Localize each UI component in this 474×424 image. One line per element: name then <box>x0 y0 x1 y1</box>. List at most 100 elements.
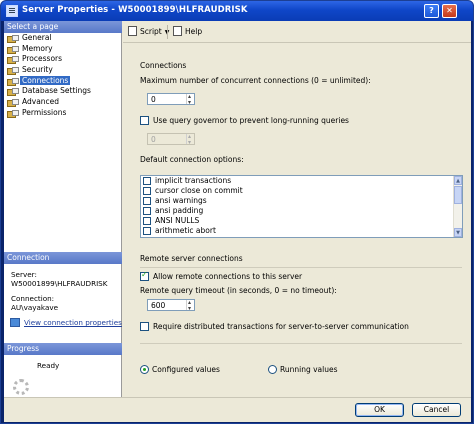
option-label: arithmetic abort <box>155 226 216 235</box>
page-item-label: Security <box>22 65 53 75</box>
progress-status: Ready <box>37 361 60 370</box>
remote-timeout-input[interactable]: 600 <box>147 297 195 314</box>
script-button[interactable]: Script▼ <box>128 26 169 38</box>
remote-section-label: Remote server connections <box>140 254 243 263</box>
right-pane: Script▼ Help Connections Maximum number … <box>123 21 471 397</box>
server-properties-window: Server Properties - W50001899\HLFRAUDRIS… <box>0 0 474 424</box>
page-icon <box>7 56 19 65</box>
list-item[interactable]: ANSI NULLS <box>141 216 462 226</box>
connection-header: Connection <box>4 252 122 264</box>
page-icon <box>7 109 19 118</box>
page-icon <box>7 67 19 76</box>
page-icon <box>7 99 19 108</box>
running-values-label: Running values <box>280 365 338 374</box>
list-item[interactable]: ansi warnings <box>141 196 462 206</box>
select-page-header: Select a page <box>4 21 122 33</box>
page-item-label: Advanced <box>22 97 60 107</box>
option-label: ANSI NULLS <box>155 216 200 225</box>
server-value: W50001899\HLFRAUDRISK <box>11 279 108 288</box>
query-governor-value: 0 <box>151 135 156 144</box>
page-item-advanced[interactable]: Advanced <box>4 97 122 108</box>
default-options-list[interactable]: implicit transactions cursor close on co… <box>140 175 463 238</box>
page-item-permissions[interactable]: Permissions <box>4 108 122 119</box>
query-governor-checkbox[interactable] <box>140 116 149 125</box>
title-bar[interactable]: Server Properties - W50001899\HLFRAUDRIS… <box>1 1 473 21</box>
option-checkbox[interactable] <box>143 207 151 215</box>
option-checkbox[interactable] <box>143 177 151 185</box>
page-item-processors[interactable]: Processors <box>4 54 122 65</box>
page-item-general[interactable]: General <box>4 33 122 44</box>
cancel-button[interactable]: Cancel <box>412 403 461 417</box>
page-item-security[interactable]: Security <box>4 65 122 76</box>
page-item-label: Connections <box>20 75 71 85</box>
ok-button[interactable]: OK <box>355 403 404 417</box>
page-icon <box>7 35 19 43</box>
query-governor-label: Use query governor to prevent long-runni… <box>153 116 349 125</box>
option-label: cursor close on commit <box>155 186 243 195</box>
remote-timeout-value: 600 <box>151 301 166 310</box>
server-label: Server: <box>11 270 37 279</box>
connections-section-label: Connections <box>140 61 187 70</box>
help-book-icon <box>173 26 182 36</box>
page-item-label: Memory <box>22 43 53 53</box>
dialog-client-area: Select a page General Memory Processors … <box>4 21 471 422</box>
option-label: ansi warnings <box>155 196 207 205</box>
query-governor-input: 0 <box>147 131 195 148</box>
page-list: General Memory Processors Security Conne… <box>4 33 122 119</box>
left-pane: Select a page General Memory Processors … <box>4 21 122 422</box>
page-item-database-settings[interactable]: Database Settings <box>4 86 122 97</box>
progress-header: Progress <box>4 343 122 355</box>
remote-timeout-stepper[interactable] <box>186 297 194 314</box>
running-values-radio[interactable] <box>268 365 277 374</box>
default-options-label: Default connection options: <box>140 155 244 164</box>
distributed-transactions-checkbox[interactable] <box>140 322 149 331</box>
page-icon <box>7 77 19 86</box>
progress-spinner-icon <box>13 379 29 395</box>
section-divider <box>140 343 462 344</box>
view-connection-properties-link[interactable]: View connection properties <box>24 318 122 327</box>
page-item-label: Permissions <box>22 107 67 117</box>
configured-values-label: Configured values <box>152 365 220 374</box>
connection-value: AU\vayakave <box>11 303 59 312</box>
close-button[interactable]: ✕ <box>442 4 457 18</box>
page-icon <box>7 88 19 97</box>
option-checkbox[interactable] <box>143 197 151 205</box>
scroll-thumb[interactable] <box>454 186 462 204</box>
allow-remote-label: Allow remote connections to this server <box>153 272 303 281</box>
connection-properties-icon <box>10 318 20 327</box>
server-properties-icon <box>6 5 18 17</box>
page-item-connections[interactable]: Connections <box>4 75 122 87</box>
configured-values-radio[interactable] <box>140 365 149 374</box>
list-item[interactable]: ansi padding <box>141 206 462 216</box>
script-label: Script <box>140 27 162 36</box>
help-toolbar-button[interactable]: Help <box>173 26 202 38</box>
max-connections-input[interactable]: 0 <box>147 91 195 108</box>
max-connections-value: 0 <box>151 95 156 104</box>
page-item-label: Processors <box>22 54 63 64</box>
list-scrollbar[interactable]: ▲ ▼ <box>453 176 462 237</box>
page-item-label: Database Settings <box>22 86 91 96</box>
scroll-up-arrow-icon[interactable]: ▲ <box>454 176 462 185</box>
help-button[interactable]: ? <box>424 4 439 18</box>
option-checkbox[interactable] <box>143 227 151 235</box>
distributed-transactions-label: Require distributed transactions for ser… <box>153 322 409 331</box>
page-item-label: General <box>22 33 52 42</box>
list-item[interactable]: implicit transactions <box>141 176 462 186</box>
window-title: Server Properties - W50001899\HLFRAUDRIS… <box>22 5 248 15</box>
dialog-button-bar: OK Cancel <box>4 397 471 422</box>
help-label: Help <box>185 27 203 36</box>
toolbar-separator <box>167 25 168 39</box>
toolbar: Script▼ Help <box>123 21 471 43</box>
option-checkbox[interactable] <box>143 187 151 195</box>
list-item[interactable]: arithmetic abort <box>141 226 462 236</box>
max-connections-stepper[interactable] <box>186 91 194 108</box>
scroll-down-arrow-icon[interactable]: ▼ <box>454 228 462 237</box>
option-checkbox[interactable] <box>143 217 151 225</box>
script-icon <box>128 26 137 36</box>
query-governor-stepper <box>186 131 194 148</box>
allow-remote-checkbox[interactable] <box>140 270 149 281</box>
page-item-memory[interactable]: Memory <box>4 44 122 55</box>
remote-timeout-label: Remote query timeout (in seconds, 0 = no… <box>140 286 337 295</box>
page-icon <box>7 45 19 54</box>
list-item[interactable]: cursor close on commit <box>141 186 462 196</box>
